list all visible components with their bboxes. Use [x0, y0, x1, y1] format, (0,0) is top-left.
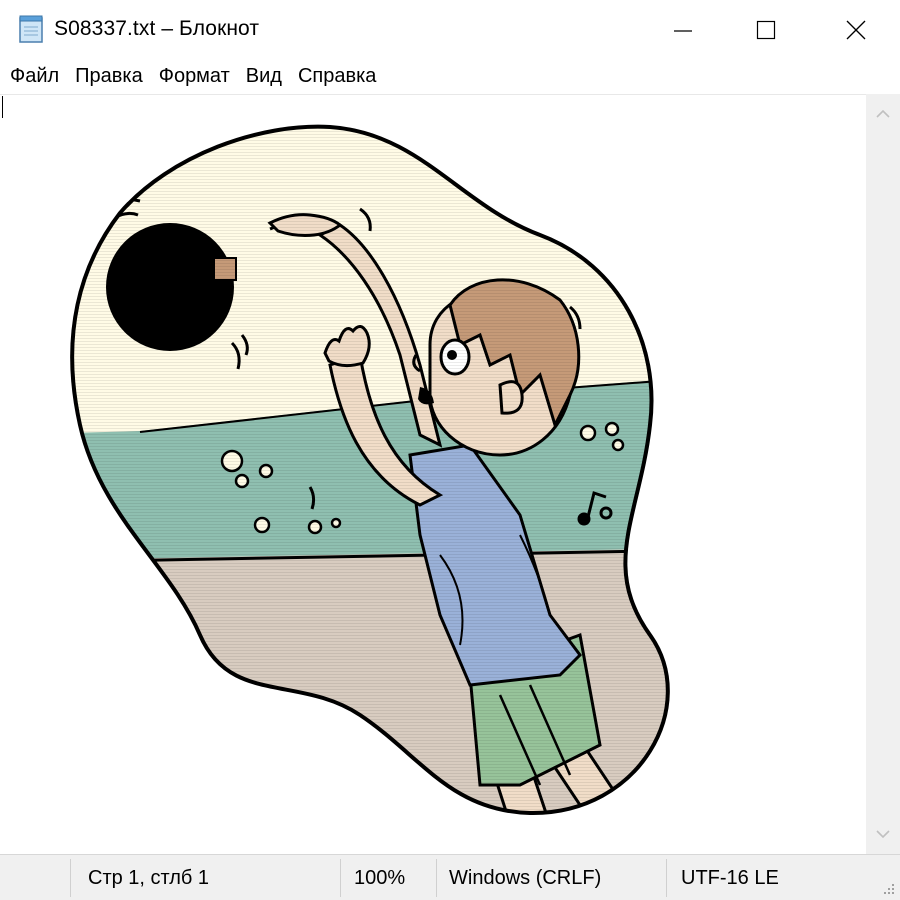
menu-bar: Файл Правка Формат Вид Справка [0, 60, 900, 94]
chevron-down-icon [876, 830, 890, 839]
ascii-art-illustration [70, 124, 670, 816]
chevron-up-icon [876, 109, 890, 118]
status-bar: Стр 1, стлб 1 100% Windows (CRLF) UTF-16… [0, 854, 900, 900]
zoom-level: 100% [354, 866, 406, 889]
cursor-position: Стр 1, стлб 1 [88, 866, 210, 889]
menu-format[interactable]: Формат [151, 61, 238, 94]
status-separator [666, 859, 667, 897]
menu-view[interactable]: Вид [238, 61, 290, 94]
encoding: UTF-16 LE [681, 866, 779, 889]
status-separator [436, 859, 437, 897]
menu-edit[interactable]: Правка [67, 61, 151, 94]
title-bar: S08337.txt – Блокнот [0, 0, 900, 60]
minimize-button[interactable] [637, 0, 729, 60]
window-title: S08337.txt – Блокнот [54, 17, 260, 40]
status-separator [70, 859, 71, 897]
close-icon [846, 20, 866, 40]
minimize-icon [674, 30, 692, 32]
menu-help[interactable]: Справка [290, 61, 384, 94]
menu-file[interactable]: Файл [2, 61, 67, 94]
close-button[interactable] [810, 0, 900, 60]
scroll-up-button[interactable] [866, 94, 900, 134]
scroll-down-button[interactable] [866, 814, 900, 854]
status-separator [340, 859, 341, 897]
notepad-icon [19, 15, 43, 43]
resize-grip-icon[interactable] [880, 880, 896, 896]
text-editor-area[interactable] [0, 94, 866, 854]
vertical-scrollbar[interactable] [866, 94, 900, 854]
line-ending: Windows (CRLF) [449, 866, 602, 889]
maximize-button[interactable] [720, 0, 812, 60]
maximize-icon [756, 20, 776, 40]
